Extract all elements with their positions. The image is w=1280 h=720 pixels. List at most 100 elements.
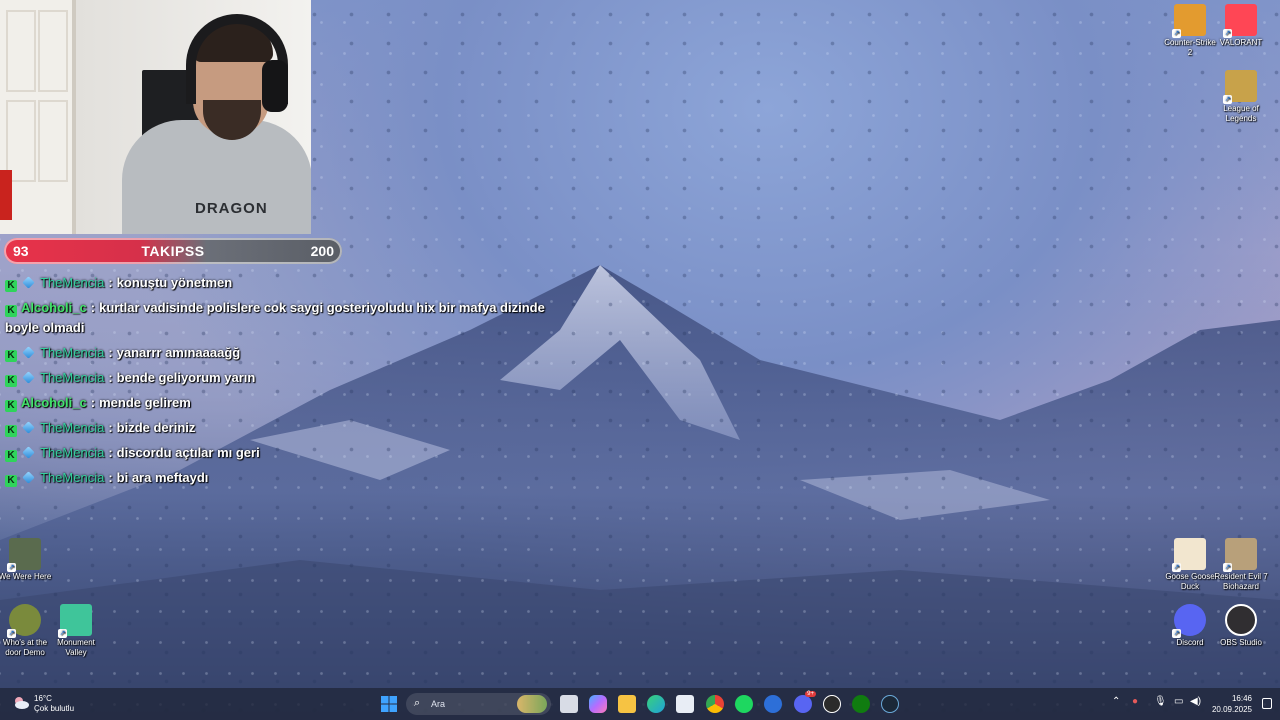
chat-message: K TheMencia: konuştu yönetmen bbox=[5, 273, 545, 293]
desktop-icon-label: Monument Valley bbox=[57, 638, 95, 657]
we-were-here-icon: ↗ bbox=[7, 538, 41, 572]
antivirus-tray-icon[interactable]: ● bbox=[1132, 696, 1138, 707]
discord-icon: ↗ bbox=[1172, 604, 1206, 638]
clock-date: 20.09.2025 bbox=[1211, 705, 1252, 714]
search-highlight-art bbox=[517, 695, 547, 713]
follower-goal-label: TAKIPSS bbox=[141, 243, 205, 259]
desktop-icon-goose-goose-duck[interactable]: ↗ Goose Goose Duck bbox=[1162, 538, 1218, 592]
valorant-icon: ↗ bbox=[1223, 4, 1257, 38]
clock-time: 16:46 bbox=[1231, 694, 1252, 703]
desktop-icon-resident-evil[interactable]: ↗ Resident Evil 7 Biohazard bbox=[1213, 538, 1269, 592]
goose-goose-duck-icon: ↗ bbox=[1172, 538, 1206, 572]
desktop-icon-label: Who's at the door Demo bbox=[2, 638, 48, 657]
kick-badge-icon: K bbox=[5, 375, 17, 387]
desktop-icon-whos-at-the-door[interactable]: ↗ Who's at the door Demo bbox=[0, 604, 53, 658]
chat-separator: : bbox=[90, 395, 96, 410]
kick-badge-icon: K bbox=[5, 400, 17, 412]
chat-separator: : bbox=[108, 445, 113, 460]
chat-text: discordu açtılar mı geri bbox=[116, 445, 260, 460]
spotify-button[interactable] bbox=[735, 695, 753, 713]
xbox-button[interactable] bbox=[852, 695, 870, 713]
notification-bell-icon[interactable] bbox=[1262, 698, 1272, 709]
desktop-icon-label: Discord bbox=[1176, 638, 1204, 647]
counter-strike-icon: ↗ bbox=[1172, 4, 1206, 38]
obs-taskbar-button[interactable] bbox=[823, 695, 841, 713]
chat-separator: : bbox=[108, 345, 113, 360]
chat-username: TheMencia bbox=[40, 445, 105, 460]
microphone-icon[interactable]: 🎙 bbox=[1154, 696, 1167, 707]
chat-separator: : bbox=[90, 300, 96, 315]
follower-target: 200 bbox=[310, 243, 334, 259]
desktop-icon-discord[interactable]: ↗ Discord bbox=[1162, 604, 1218, 648]
chat-text: yanarrr amınaaaağğ bbox=[116, 345, 241, 360]
task-view-button[interactable] bbox=[560, 695, 578, 713]
chat-overlay: K TheMencia: konuştu yönetmen K Alcoholi_c: k… bbox=[5, 273, 545, 493]
desktop-icon-label: League of Legends bbox=[1223, 104, 1259, 123]
store-button[interactable] bbox=[676, 695, 694, 713]
desktop-icon-monument-valley[interactable]: ↗ Monument Valley bbox=[48, 604, 104, 658]
subscriber-gem-icon bbox=[22, 471, 35, 484]
kick-badge-icon: K bbox=[5, 305, 17, 317]
weather-desc: Çok bulutlu bbox=[34, 704, 75, 713]
desktop-icon-we-were-here[interactable]: ↗ We Were Here bbox=[0, 538, 53, 582]
chat-message: K Alcoholi_c: mende gelirem bbox=[5, 393, 545, 413]
chat-username: TheMencia bbox=[40, 370, 105, 385]
kick-badge-icon: K bbox=[5, 280, 17, 292]
volume-icon[interactable]: ◀) bbox=[1190, 696, 1201, 707]
chrome-button[interactable] bbox=[706, 695, 724, 713]
subscriber-gem-icon bbox=[22, 421, 35, 434]
show-hidden-icons-chevron-icon[interactable]: ⌃ bbox=[1112, 696, 1120, 707]
desktop-icon-league-of-legends[interactable]: ↗ League of Legends bbox=[1213, 70, 1269, 124]
start-button[interactable] bbox=[380, 695, 398, 713]
windows-start-icon bbox=[381, 696, 397, 712]
chat-text: konuştu yönetmen bbox=[116, 275, 233, 290]
desktop-icon-label: We Were Here bbox=[0, 572, 52, 581]
chat-text: bende geliyorum yarın bbox=[116, 370, 256, 385]
search-placeholder: Ara bbox=[431, 699, 446, 709]
cloud-icon bbox=[15, 697, 29, 709]
resident-evil-icon: ↗ bbox=[1223, 538, 1257, 572]
webcam-overlay: DRAGON bbox=[0, 0, 311, 234]
obs-studio-icon bbox=[1225, 604, 1257, 636]
network-app-button[interactable] bbox=[764, 695, 782, 713]
discord-taskbar-button[interactable]: 9+ bbox=[794, 691, 816, 713]
clock[interactable]: 16:46 20.09.2025 bbox=[1212, 693, 1252, 715]
desktop-icon-label: OBS Studio bbox=[1220, 638, 1262, 647]
desktop-icon-label: Resident Evil 7 Biohazard bbox=[1214, 572, 1268, 591]
chat-username: Alcoholi_c bbox=[21, 300, 87, 315]
chat-username: Alcoholi_c bbox=[21, 395, 87, 410]
chat-separator: : bbox=[108, 470, 113, 485]
chat-username: TheMencia bbox=[40, 420, 105, 435]
follower-goal-bar: 93 TAKIPSS 200 bbox=[4, 238, 342, 264]
chat-username: TheMencia bbox=[40, 470, 105, 485]
kick-badge-icon: K bbox=[5, 425, 17, 437]
subscriber-gem-icon bbox=[22, 346, 35, 359]
kick-badge-icon: K bbox=[5, 475, 17, 487]
chat-text: bizde deriniz bbox=[116, 420, 196, 435]
network-icon[interactable]: ▭ bbox=[1174, 696, 1183, 707]
chat-message: K TheMencia: yanarrr amınaaaağğ bbox=[5, 343, 545, 363]
taskbar-search[interactable]: ⌕ Ara bbox=[406, 693, 551, 715]
discord-notification-badge: 9+ bbox=[805, 691, 816, 697]
desktop-icon-obs-studio[interactable]: OBS Studio bbox=[1213, 604, 1269, 648]
edge-button[interactable] bbox=[647, 695, 665, 713]
desktop-icon-label: VALORANT bbox=[1219, 38, 1263, 47]
steam-button[interactable] bbox=[881, 695, 899, 713]
desktop-icon-valorant[interactable]: ↗ VALORANT bbox=[1213, 4, 1269, 48]
chat-text: bi ara meftaydı bbox=[116, 470, 209, 485]
kick-badge-icon: K bbox=[5, 350, 17, 362]
file-explorer-button[interactable] bbox=[618, 695, 636, 713]
taskbar: 16°C Çok bulutlu ⌕ Ara 9+ ⌃ ● 🎙 ▭ ◀) 16:… bbox=[0, 688, 1280, 720]
subscriber-gem-icon bbox=[22, 446, 35, 459]
league-of-legends-icon: ↗ bbox=[1223, 70, 1257, 104]
subscriber-gem-icon bbox=[22, 276, 35, 289]
weather-temp: 16°C bbox=[34, 694, 52, 703]
chat-message: K Alcoholi_c: kurtlar vadisinde polislere … bbox=[5, 298, 545, 338]
copilot-button[interactable] bbox=[589, 695, 607, 713]
subscriber-gem-icon bbox=[22, 371, 35, 384]
chat-username: TheMencia bbox=[40, 275, 105, 290]
chat-message: K TheMencia: bi ara meftaydı bbox=[5, 468, 545, 488]
desktop-icon-counter-strike[interactable]: ↗ Counter-Strike 2 bbox=[1162, 4, 1218, 58]
kick-badge-icon: K bbox=[5, 450, 17, 462]
desktop-icon-label: Counter-Strike 2 bbox=[1164, 38, 1216, 57]
